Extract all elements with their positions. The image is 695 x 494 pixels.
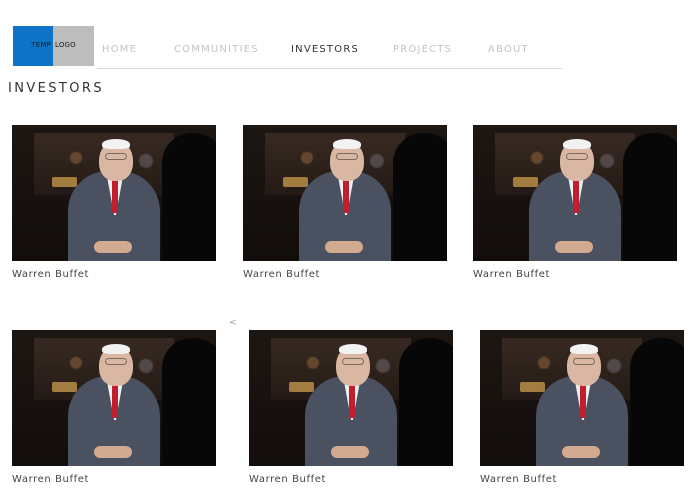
investor-name[interactable]: Warren Buffet [243, 269, 447, 280]
nav-item-investors[interactable]: INVESTORS [291, 44, 359, 55]
investor-photo[interactable] [12, 330, 216, 466]
site-logo[interactable]: TEMP LOGO [13, 26, 94, 66]
logo-text-logo: LOGO [55, 41, 76, 49]
investor-card[interactable]: Warren Buffet [473, 125, 677, 280]
investor-name[interactable]: Warren Buffet [473, 269, 677, 280]
main-navigation: HOME COMMUNITIES INVESTORS PROJECTS ABOU… [97, 40, 562, 69]
investor-name[interactable]: Warren Buffet [12, 474, 216, 485]
nav-item-home[interactable]: HOME [102, 44, 137, 55]
investor-photo[interactable] [249, 330, 453, 466]
prev-arrow[interactable]: < [229, 318, 237, 328]
page-title: INVESTORS [8, 81, 104, 96]
logo-text-temp: TEMP [31, 41, 51, 49]
investor-photo[interactable] [12, 125, 216, 261]
investor-card[interactable]: Warren Buffet [12, 330, 216, 485]
investor-card[interactable]: Warren Buffet [249, 330, 453, 485]
logo-blue-block: TEMP [13, 26, 53, 66]
investor-card[interactable]: Warren Buffet [12, 125, 216, 280]
investor-card[interactable]: Warren Buffet [243, 125, 447, 280]
nav-item-about[interactable]: ABOUT [488, 44, 529, 55]
logo-grey-block: LOGO [53, 26, 94, 66]
investor-name[interactable]: Warren Buffet [480, 474, 684, 485]
nav-item-communities[interactable]: COMMUNITIES [174, 44, 259, 55]
nav-item-projects[interactable]: PROJECTS [393, 44, 452, 55]
investor-photo[interactable] [480, 330, 684, 466]
investor-name[interactable]: Warren Buffet [249, 474, 453, 485]
investor-photo[interactable] [473, 125, 677, 261]
investor-card[interactable]: Warren Buffet [480, 330, 684, 485]
investor-name[interactable]: Warren Buffet [12, 269, 216, 280]
investor-photo[interactable] [243, 125, 447, 261]
